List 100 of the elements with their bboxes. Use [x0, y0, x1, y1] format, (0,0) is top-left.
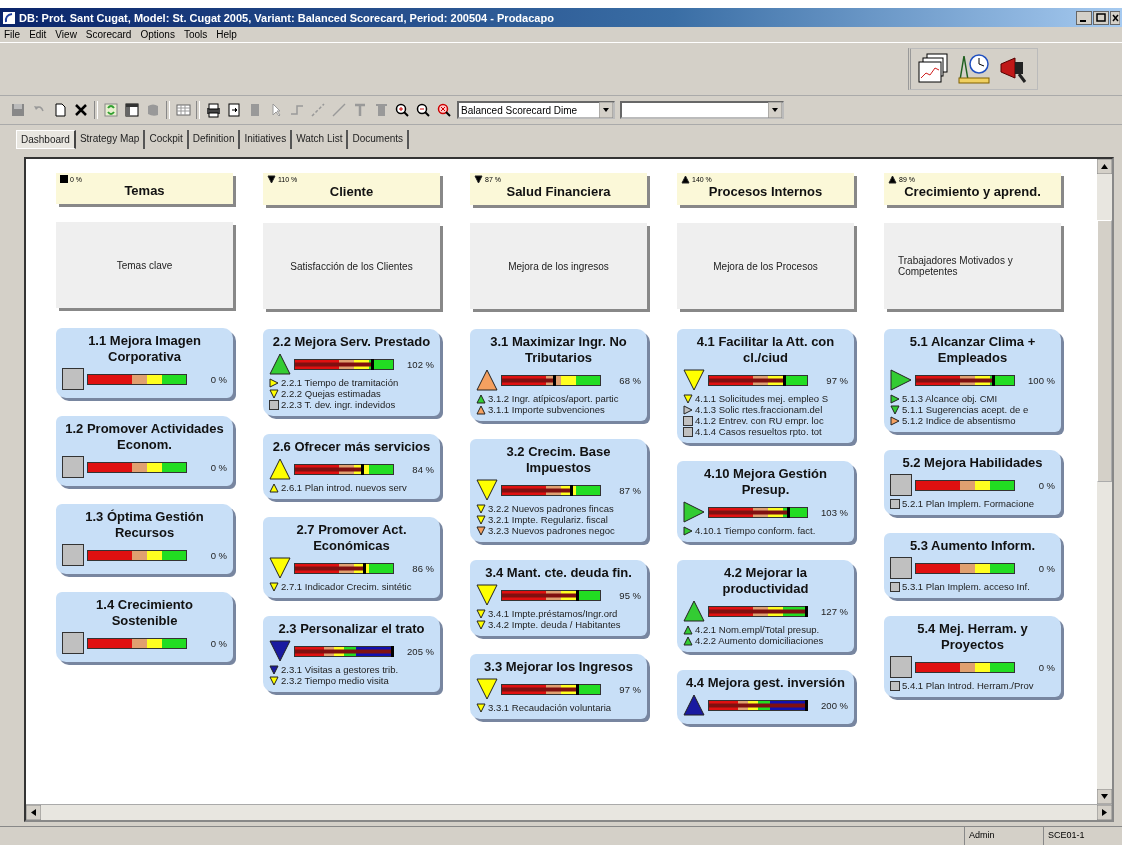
tab[interactable]: Cockpit: [145, 130, 189, 149]
indicator-label[interactable]: 4.2.1 Nom.empl/Total presup.: [695, 624, 820, 635]
no-trend-icon: [60, 175, 68, 183]
chart-pages-icon[interactable]: [917, 52, 951, 86]
indicator-label[interactable]: 4.1.2 Entrev. con RU empr. loc: [695, 415, 824, 426]
menu-item[interactable]: Tools: [183, 29, 208, 40]
refresh-icon[interactable]: [103, 102, 119, 118]
indicator-label[interactable]: 2.7.1 Indicador Crecim. sintétic: [281, 581, 412, 592]
indicator-label[interactable]: 3.1.1 Importe subvenciones: [488, 404, 605, 415]
indicator-label[interactable]: 5.1.1 Sugerencias acept. de e: [902, 404, 1029, 415]
indicator-label[interactable]: 4.2.2 Aumento domiciliaciones: [695, 635, 824, 646]
indicator-label[interactable]: 5.1.3 Alcance obj. CMI: [902, 393, 998, 404]
indicator-label[interactable]: 3.4.2 Impte. deuda / Habitantes: [488, 619, 621, 630]
theme-text: Mejora de los Procesos: [713, 260, 818, 272]
percent-reading: 87 %: [618, 484, 641, 496]
objective-card[interactable]: 3.1 Maximizar Ingr. No Tributarios 68 % 3.1.2 Ingr. atípicos/aport. partic 3.1.1 Importe subvenciones: [470, 329, 647, 421]
menu-item[interactable]: Options: [140, 29, 175, 40]
objective-title: 1.1 Mejora Imagen Corporativa: [87, 333, 202, 365]
objective-card[interactable]: 5.4 Mej. Herram. y Proyectos 0 % 5.4.1 Plan Introd. Herram./Prov: [884, 616, 1061, 697]
objective-card[interactable]: 3.2 Crecim. Base Impuestos 87 % 3.2.2 Nuevos padrones fincas 3.2.1 Impte. Regulariz. fiscal 3.2.3 Nuevos padrones negoc: [470, 439, 647, 542]
perspective-title: Crecimiento y aprend.: [903, 184, 1042, 199]
objective-card[interactable]: 5.1 Alcanzar Clima + Empleados 100 % 5.1.3 Alcance obj. CMI 5.1.1 Sugerencias acept. de e 5.1.2 Indice de absentismo: [884, 329, 1061, 432]
objective-card[interactable]: 4.2 Mejorar la productividad 127 % 4.2.1 Nom.empl/Total presup. 4.2.2 Aumento domiciliaciones: [677, 560, 854, 652]
percent-reading: 84 %: [411, 463, 434, 475]
objective-card[interactable]: 5.2 Mejora Habilidades 0 % 5.2.1 Plan Implem. Formacione: [884, 450, 1061, 515]
indicator-label[interactable]: 2.3.1 Visitas a gestores trib.: [281, 664, 399, 675]
menu-item[interactable]: View: [55, 29, 77, 40]
tab[interactable]: Initiatives: [240, 130, 293, 149]
maximize-icon[interactable]: [1093, 10, 1109, 25]
percent-reading: 0 %: [1037, 479, 1055, 491]
window-title: DB: Prot. Sant Cugat, Model: St. Cugat 2005, Variant: Balanced Scorecard, Period: 200504 - Prodacapo: [19, 11, 555, 24]
export-icon[interactable]: [226, 102, 242, 118]
objective-card[interactable]: 1.2 Promover Actividades Econom. 0 %: [56, 416, 233, 486]
indicator-label[interactable]: 3.4.1 Impte.préstamos/Ingr.ord: [488, 608, 618, 619]
objective-card[interactable]: 2.6 Ofrecer más servicios 84 % 2.6.1 Plan introd. nuevos serv: [263, 434, 440, 499]
horizontal-scrollbar[interactable]: [26, 804, 1112, 820]
objective-card[interactable]: 5.3 Aumento Inform. 0 % 5.3.1 Plan Implem. acceso Inf.: [884, 533, 1061, 598]
objective-title: 4.10 Mejora Gestión Presup.: [703, 466, 828, 498]
print-icon[interactable]: [205, 102, 221, 118]
indicator-label[interactable]: 3.2.2 Nuevos padrones fincas: [488, 503, 614, 514]
close-icon[interactable]: [1110, 10, 1120, 25]
objective-title: 5.2 Mejora Habilidades: [901, 455, 1044, 471]
tab[interactable]: Strategy Map: [75, 130, 146, 149]
filter-dropdown[interactable]: [620, 101, 784, 119]
menu-item[interactable]: Help: [216, 29, 237, 40]
menu-item[interactable]: File: [4, 29, 21, 40]
objective-card[interactable]: 1.4 Crecimiento Sostenible 0 %: [56, 592, 233, 662]
menu-item[interactable]: Scorecard: [85, 29, 132, 40]
tab[interactable]: Watch List: [292, 130, 349, 149]
percent-reading: 102 %: [406, 358, 434, 370]
indicator-label[interactable]: 3.3.1 Recaudación voluntaria: [488, 702, 612, 713]
objective-card[interactable]: 1.1 Mejora Imagen Corporativa 0 %: [56, 328, 233, 398]
indicator-label[interactable]: 3.1.2 Ingr. atípicos/aport. partic: [488, 393, 619, 404]
objective-card[interactable]: 3.4 Mant. cte. deuda fin. 95 % 3.4.1 Impte.préstamos/Ingr.ord 3.4.2 Impte. deuda / Habitantes: [470, 560, 647, 636]
theme-text: Satisfacción de los Clientes: [290, 260, 413, 272]
indicator-label[interactable]: 2.2.2 Quejas estimadas: [281, 388, 381, 399]
indicator-label[interactable]: 5.1.2 Indice de absentismo: [902, 415, 1016, 426]
dimension-dropdown[interactable]: Balanced Scorecard Dime: [457, 101, 615, 119]
new-page-icon[interactable]: [52, 102, 68, 118]
indicator-label[interactable]: 3.2.3 Nuevos padrones negoc: [488, 525, 615, 536]
indicator-label[interactable]: 4.10.1 Tiempo conform. fact.: [695, 525, 816, 536]
objective-card[interactable]: 1.3 Óptima Gestión Recursos 0 %: [56, 504, 233, 574]
tab[interactable]: Dashboard: [16, 130, 76, 149]
indicator-label[interactable]: 2.3.2 Tiempo medio visita: [281, 675, 389, 686]
indicator-label[interactable]: 5.2.1 Plan Implem. Formacione: [902, 498, 1034, 509]
indicator-label[interactable]: 3.2.1 Impte. Regulariz. fiscal: [488, 514, 608, 525]
objective-card[interactable]: 2.2 Mejora Serv. Prestado 102 % 2.2.1 Tiempo de tramitación 2.2.2 Quejas estimadas 2.2.3 T. dev. ingr. indevidos: [263, 329, 440, 416]
perspective-title: Procesos Internos: [707, 184, 824, 199]
delete-icon[interactable]: [73, 102, 89, 118]
objective-card[interactable]: 4.1 Facilitar la Att. con cl./ciud 97 % 4.1.1 Solicitudes mej. empleo S 4.1.3 Solic rtes.fraccionam.del 4.1.2 Entrev. con RU empr. loc 4.1.4 Casos resueltos rpto. tot: [677, 329, 854, 443]
objective-title: 4.2 Mejorar la productividad: [721, 565, 810, 597]
objective-card[interactable]: 4.4 Mejora gest. inversión 200 %: [677, 670, 854, 724]
indicator-label[interactable]: 4.1.4 Casos resueltos rpto. tot: [695, 426, 822, 437]
objective-card[interactable]: 4.10 Mejora Gestión Presup. 103 % 4.10.1 Tiempo conform. fact.: [677, 461, 854, 542]
layout-icon[interactable]: [124, 102, 140, 118]
indicator-label[interactable]: 4.1.1 Solicitudes mej. empleo S: [695, 393, 829, 404]
theme-text: Mejora de los ingresos: [508, 260, 609, 272]
indicator-label[interactable]: 2.2.1 Tiempo de tramitación: [281, 377, 399, 388]
objective-card[interactable]: 2.3 Personalizar el trato 205 % 2.3.1 Visitas a gestores trib. 2.3.2 Tiempo medio visita: [263, 616, 440, 692]
zoom-out-icon[interactable]: [415, 102, 431, 118]
tab[interactable]: Definition: [188, 130, 241, 149]
indicator-label[interactable]: 2.6.1 Plan introd. nuevos serv: [281, 482, 407, 493]
objective-card[interactable]: 3.3 Mejorar los Ingresos 97 % 3.3.1 Recaudación voluntaria: [470, 654, 647, 719]
zoom-reset-icon[interactable]: [436, 102, 452, 118]
tab[interactable]: Documents: [348, 130, 410, 149]
objective-title: 5.1 Alcanzar Clima + Empleados: [908, 334, 1037, 366]
clock-compass-icon[interactable]: [957, 52, 991, 86]
indicator-label[interactable]: 5.4.1 Plan Introd. Herram./Prov: [902, 680, 1034, 691]
zoom-in-icon[interactable]: [394, 102, 410, 118]
vertical-scrollbar[interactable]: [1097, 159, 1112, 804]
menu-item[interactable]: Edit: [29, 29, 47, 40]
minimize-icon[interactable]: [1076, 10, 1092, 25]
table-icon[interactable]: [175, 102, 191, 118]
objective-card[interactable]: 2.7 Promover Act. Económicas 86 % 2.7.1 Indicador Crecim. sintétic: [263, 517, 440, 598]
objective-title: 2.7 Promover Act. Económicas: [295, 522, 408, 554]
indicator-label[interactable]: 4.1.3 Solic rtes.fraccionam.del: [695, 404, 823, 415]
indicator-label[interactable]: 2.2.3 T. dev. ingr. indevidos: [281, 399, 396, 410]
status-pane: Admin: [964, 827, 1043, 845]
objective-title: 1.4 Crecimiento Sostenible: [95, 597, 194, 629]
indicator-label[interactable]: 5.3.1 Plan Implem. acceso Inf.: [902, 581, 1030, 592]
